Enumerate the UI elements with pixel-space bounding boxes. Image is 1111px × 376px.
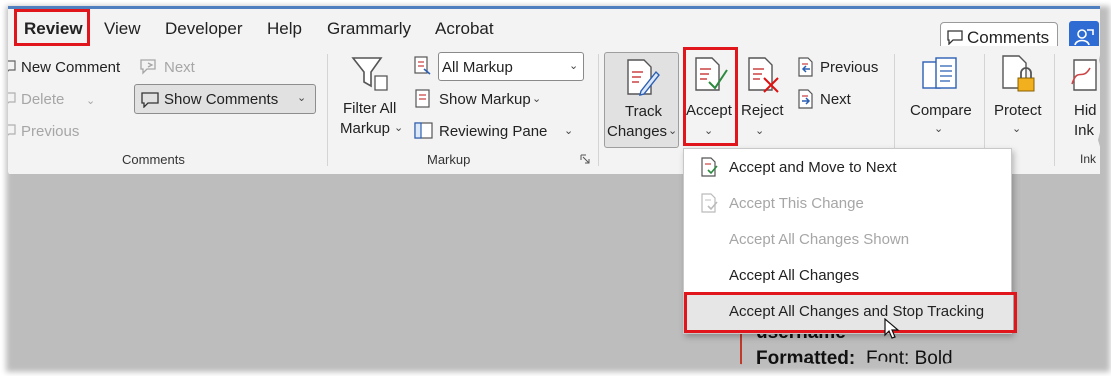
show-comments-label: Show Comments <box>164 91 279 108</box>
track-changes-chevron-icon: ⌄ <box>668 125 678 137</box>
filter-markup-chevron-icon[interactable]: ⌄ <box>394 121 403 134</box>
previous-change-icon <box>798 57 813 77</box>
new-comment-button[interactable]: New Comment <box>21 59 120 76</box>
accept-this-change-icon <box>701 193 718 213</box>
next-change-button[interactable]: Next <box>820 91 851 108</box>
menu-item-label: Accept All Changes <box>729 267 860 284</box>
comments-button-label: Comments <box>967 28 1050 47</box>
reviewing-pane-button[interactable]: Reviewing Pane <box>439 123 547 140</box>
reject-button[interactable]: Reject ⌄ <box>740 50 786 148</box>
tab-view[interactable]: View <box>104 19 141 39</box>
stop-tracking-highlight <box>684 292 1017 333</box>
track-changes-button[interactable]: Track Changes ⌄ <box>604 52 679 148</box>
protect-chevron-icon: ⌄ <box>1012 123 1022 135</box>
show-markup-icon <box>415 89 430 108</box>
tab-acrobat[interactable]: Acrobat <box>435 19 494 39</box>
show-markup-chevron-icon[interactable]: ⌄ <box>532 92 541 105</box>
previous-change-button[interactable]: Previous <box>820 59 878 76</box>
filter-all-markup-icon <box>351 57 388 91</box>
filter-all-label[interactable]: Filter All <box>343 100 396 117</box>
next-change-icon <box>798 89 813 109</box>
next-comment-button[interactable]: Next <box>164 59 195 76</box>
reject-label: Reject <box>741 102 784 119</box>
hide-ink-label[interactable]: Hid <box>1074 102 1097 119</box>
reviewing-pane-chevron-icon[interactable]: ⌄ <box>564 124 573 137</box>
ribbon-tab-bar: Review View Developer Help Grammarly Acr… <box>0 6 1100 53</box>
menu-item-accept-and-move-to-next[interactable]: Accept and Move to Next <box>684 150 1013 186</box>
accept-button-highlight <box>683 47 738 146</box>
hide-ink-icon <box>1071 59 1097 91</box>
track-changes-icon <box>627 59 660 96</box>
markup-display-select[interactable]: All Markup ⌄ <box>438 52 584 81</box>
reviewing-pane-icon <box>414 122 433 139</box>
menu-item-accept-this-change[interactable]: Accept This Change <box>684 186 1013 222</box>
markup-select-chevron-icon: ⌄ <box>569 60 579 72</box>
group-separator <box>327 54 328 166</box>
reject-icon <box>748 57 779 93</box>
reject-chevron-icon: ⌄ <box>755 125 765 137</box>
display-for-review-icon <box>414 56 431 75</box>
word-window: Review View Developer Help Grammarly Acr… <box>0 2 1104 367</box>
protect-label: Protect <box>994 102 1042 119</box>
compare-label: Compare <box>910 102 972 119</box>
dialog-launcher-icon[interactable] <box>580 154 590 164</box>
protect-button[interactable]: Protect ⌄ <box>990 50 1046 148</box>
tab-help[interactable]: Help <box>267 19 302 39</box>
compare-button[interactable]: Compare ⌄ <box>902 50 978 148</box>
track-label: Track <box>625 103 662 120</box>
menu-item-label: Accept This Change <box>729 195 864 212</box>
menu-item-label: Accept All Changes Shown <box>729 231 910 248</box>
markup-label[interactable]: Markup <box>340 120 390 137</box>
comments-group-label: Comments <box>122 152 185 167</box>
accept-move-next-icon <box>701 157 718 177</box>
previous-comment-button[interactable]: Previous <box>21 123 79 140</box>
menu-item-accept-all-changes[interactable]: Accept All Changes <box>684 258 1013 294</box>
comment-icon <box>947 30 963 45</box>
protect-icon <box>1002 55 1035 92</box>
show-comments-toggle[interactable]: Show Comments ⌄ <box>134 84 316 114</box>
changes-label: Changes <box>607 123 668 140</box>
show-comments-icon <box>141 92 159 108</box>
compare-chevron-icon: ⌄ <box>934 123 944 135</box>
tab-grammarly[interactable]: Grammarly <box>327 19 411 39</box>
ink-label[interactable]: Ink <box>1074 122 1094 139</box>
group-separator <box>1054 54 1055 166</box>
menu-item-accept-all-changes-shown[interactable]: Accept All Changes Shown <box>684 222 1013 258</box>
mouse-pointer-icon <box>884 318 900 339</box>
menu-item-label: Accept and Move to Next <box>729 159 897 176</box>
share-icon <box>1074 29 1094 46</box>
show-comments-chevron-icon: ⌄ <box>297 92 307 104</box>
next-comment-icon <box>140 59 156 75</box>
show-markup-button[interactable]: Show Markup <box>439 91 531 108</box>
markup-group-label: Markup <box>427 152 471 167</box>
delete-comment-button[interactable]: Delete <box>21 91 64 108</box>
compare-icon <box>922 57 957 89</box>
delete-chevron-icon[interactable]: ⌄ <box>86 94 95 107</box>
ink-group-label: Ink <box>1080 152 1097 166</box>
group-separator <box>598 54 599 166</box>
review-tab-highlight <box>14 9 90 46</box>
tab-developer[interactable]: Developer <box>165 19 243 39</box>
markup-display-value: All Markup <box>442 59 513 76</box>
